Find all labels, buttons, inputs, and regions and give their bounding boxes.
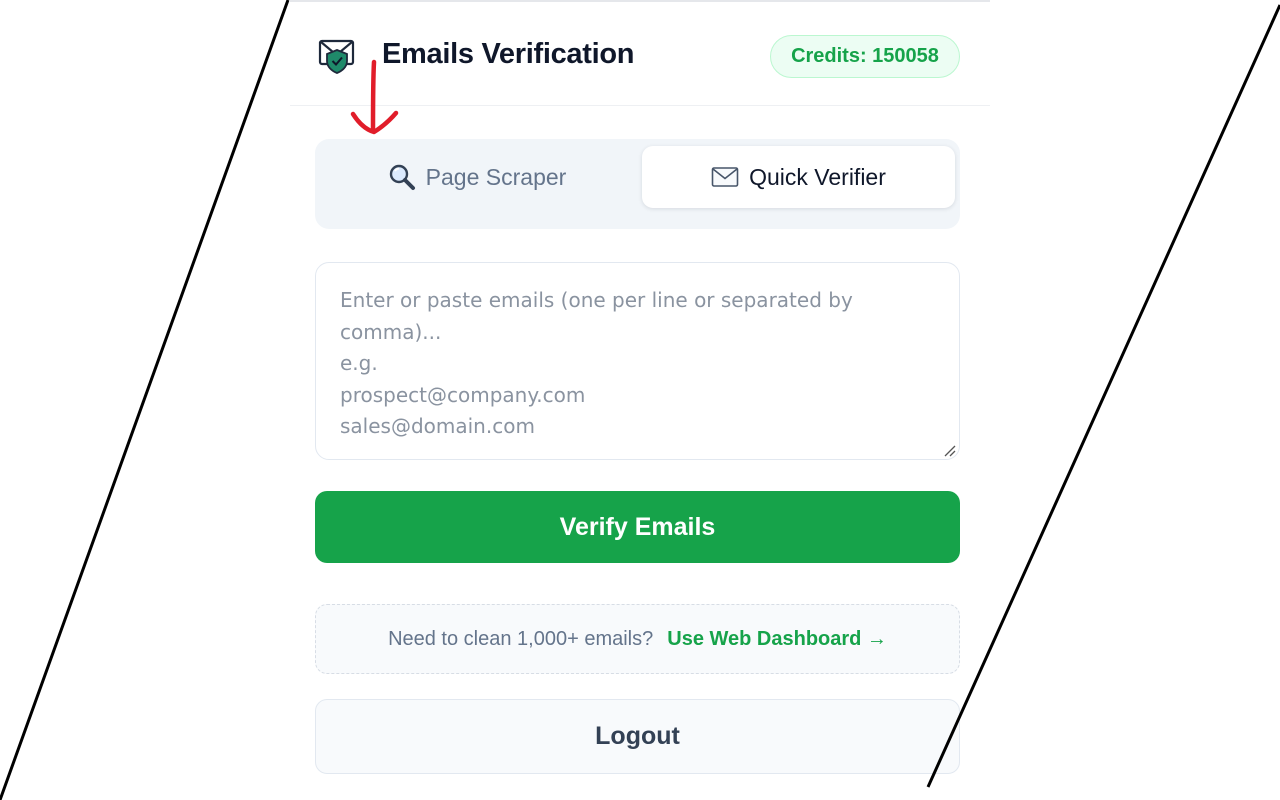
resize-handle-icon[interactable] [942, 443, 956, 457]
magnifier-icon [389, 164, 415, 190]
mode-tabs: Page Scraper Quick Verifier [315, 139, 960, 229]
logout-button[interactable]: Logout [315, 699, 960, 774]
web-dashboard-promo: Need to clean 1,000+ emails? Use Web Das… [315, 604, 960, 674]
verify-emails-button[interactable]: Verify Emails [315, 491, 960, 563]
tab-quick-verifier[interactable]: Quick Verifier [642, 146, 955, 208]
shield-envelope-logo-icon [318, 39, 355, 74]
email-list-input[interactable] [315, 262, 960, 460]
page-title: Emails Verification [382, 38, 635, 70]
left-diagonal-divider [0, 0, 290, 800]
tab-page-scraper[interactable]: Page Scraper [322, 146, 632, 208]
popup-header: Emails Verification Credits: 150058 [290, 2, 990, 106]
screenshot-stage: Emails Verification Credits: 150058 Page… [0, 0, 1280, 800]
credits-badge: Credits: 150058 [770, 35, 960, 78]
tab-quick-verifier-label: Quick Verifier [749, 163, 886, 190]
dashboard-promo-text: Need to clean 1,000+ emails? [388, 627, 654, 650]
envelope-icon [711, 167, 739, 187]
extension-popup: Emails Verification Credits: 150058 Page… [290, 0, 990, 800]
tab-page-scraper-label: Page Scraper [425, 163, 567, 190]
use-web-dashboard-link[interactable]: Use Web Dashboard → [667, 628, 887, 651]
